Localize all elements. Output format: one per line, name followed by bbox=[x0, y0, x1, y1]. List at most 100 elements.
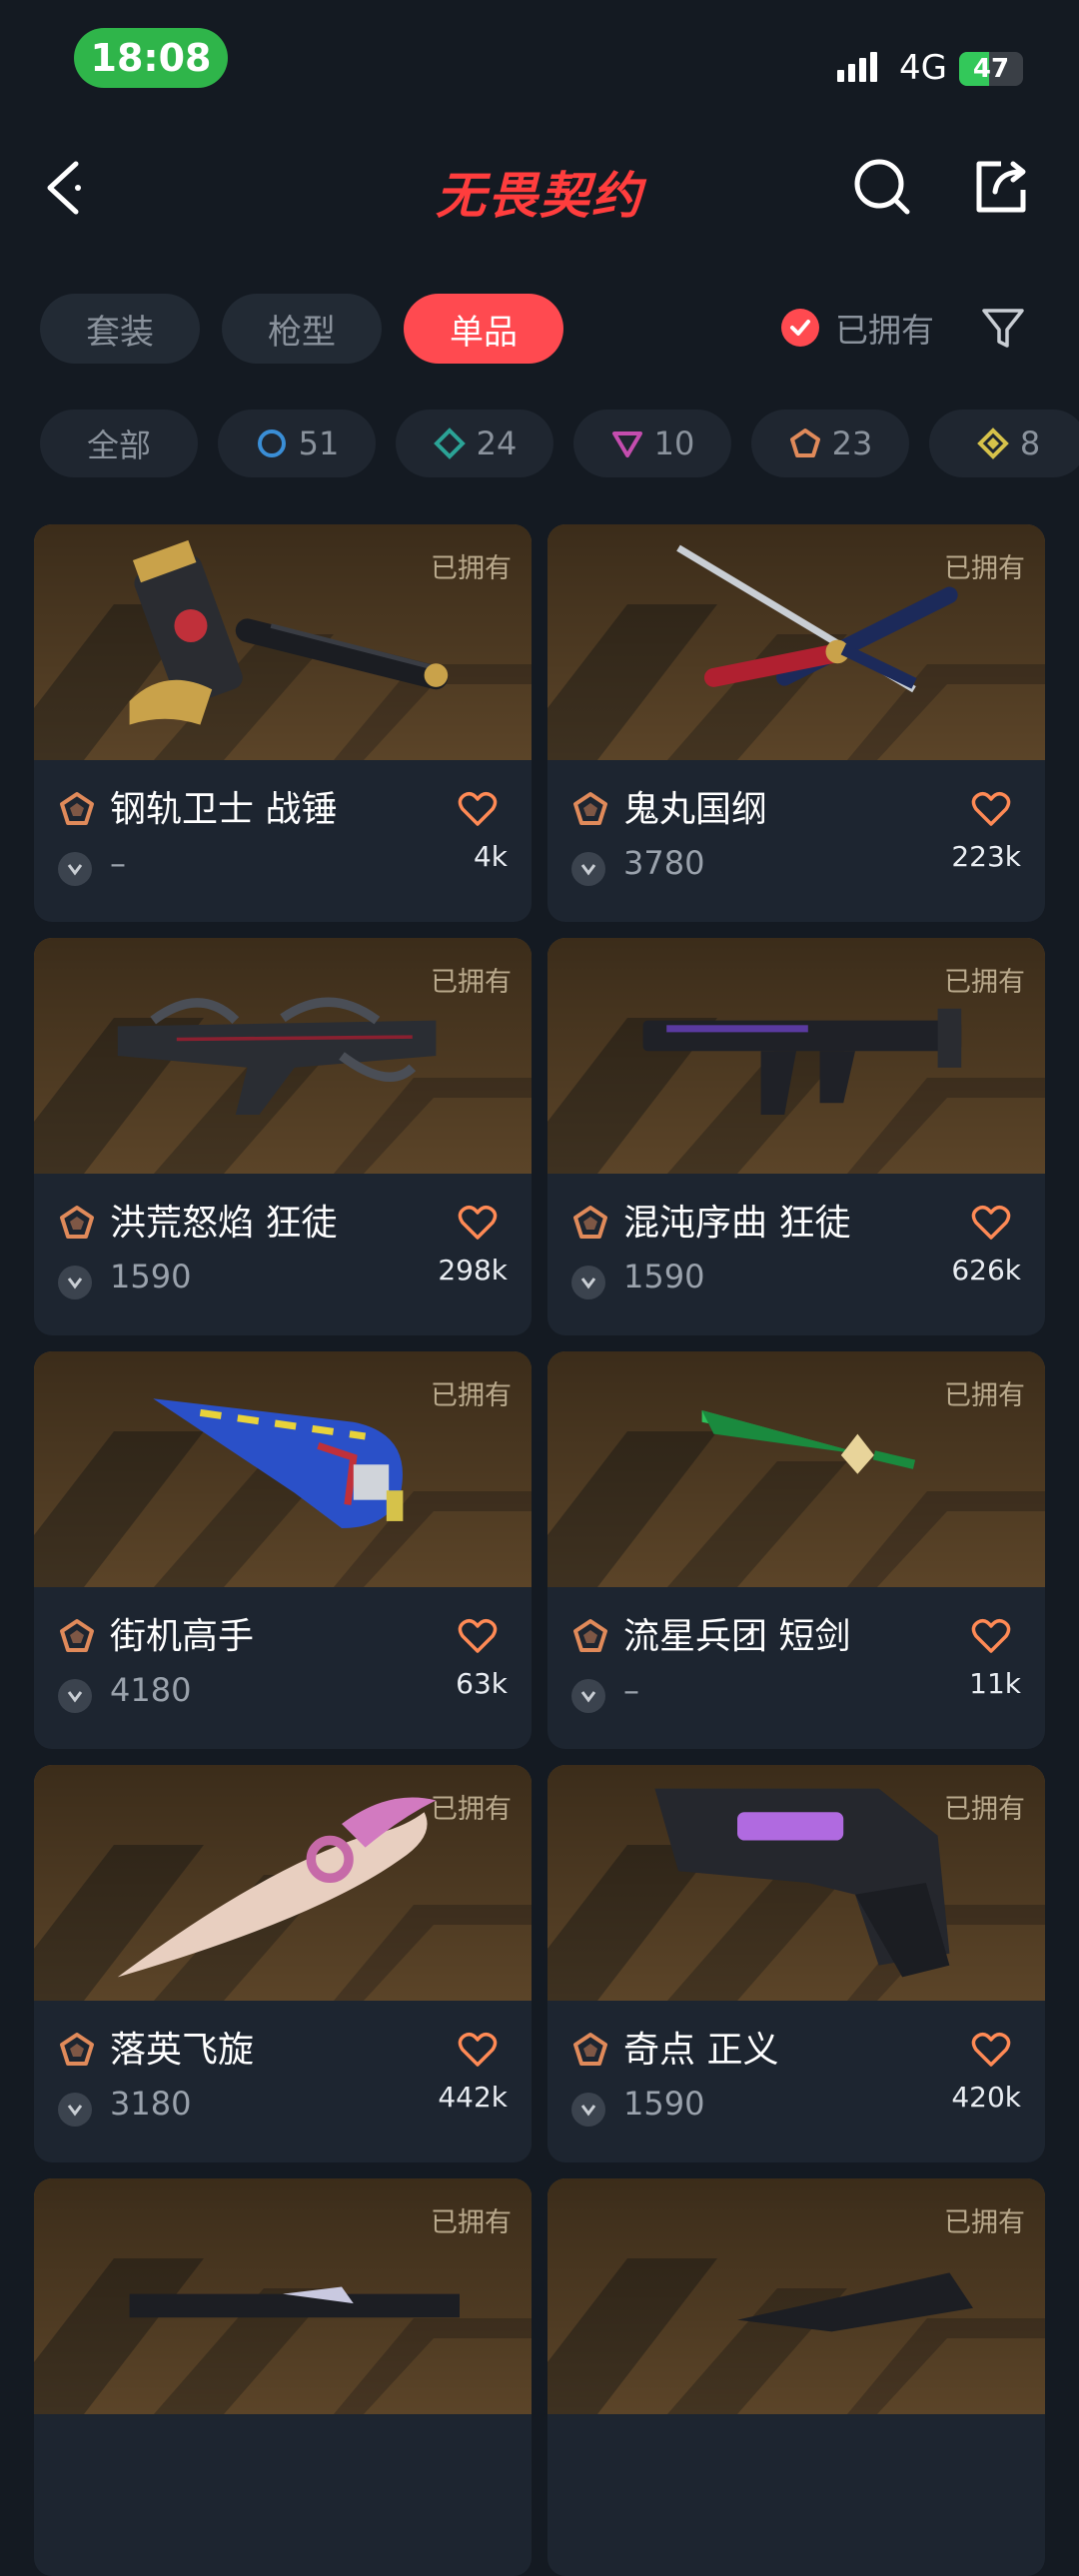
exclusive-tier-icon bbox=[60, 1206, 94, 1239]
valorant-points-icon bbox=[571, 852, 605, 886]
valorant-points-icon bbox=[571, 2093, 605, 2127]
item-price: 3180 bbox=[110, 2085, 192, 2123]
owned-tag: 已拥有 bbox=[944, 1794, 1025, 1825]
item-thumbnail: 已拥有 bbox=[34, 938, 532, 1174]
owned-tag: 已拥有 bbox=[944, 1380, 1025, 1411]
tier-filter-premium[interactable]: 10 bbox=[573, 410, 731, 477]
share-icon[interactable] bbox=[971, 156, 1033, 218]
item-price: 4180 bbox=[110, 1671, 192, 1709]
heart-icon[interactable] bbox=[971, 1617, 1011, 1655]
item-card[interactable]: 已拥有 钢轨卫士 战锤 – 4k bbox=[34, 524, 532, 922]
back-arrow-icon[interactable] bbox=[42, 158, 92, 218]
owned-tag: 已拥有 bbox=[431, 1794, 512, 1825]
item-info: 落英飞旋 3180 442k bbox=[34, 2001, 532, 2162]
item-card[interactable]: 已拥有 混沌序曲 狂徒 1590 626k bbox=[547, 938, 1045, 1335]
item-name: 洪荒怒焰 狂徒 bbox=[110, 1203, 338, 1244]
item-card[interactable]: 已拥有 奇点 正义 1590 420k bbox=[547, 1765, 1045, 2162]
brand-title: 无畏契约 bbox=[436, 167, 643, 225]
item-likes: 626k bbox=[951, 1254, 1021, 1287]
item-card[interactable]: 已拥有 bbox=[547, 2178, 1045, 2576]
item-likes: 63k bbox=[456, 1667, 508, 1700]
ultra-tier-icon bbox=[976, 428, 1009, 459]
exclusive-tier-icon bbox=[573, 1619, 607, 1652]
item-likes: 11k bbox=[969, 1667, 1021, 1700]
heart-icon[interactable] bbox=[458, 1617, 498, 1655]
item-name: 落英飞旋 bbox=[110, 2030, 255, 2071]
tier-filter-deluxe[interactable]: 24 bbox=[396, 410, 553, 477]
tier-filter-count: 51 bbox=[298, 425, 340, 462]
battery-icon: 47 bbox=[959, 52, 1023, 86]
heart-icon[interactable] bbox=[458, 2031, 498, 2069]
exclusive-tier-icon bbox=[60, 792, 94, 825]
tab-label: 套装 bbox=[86, 312, 154, 353]
search-icon[interactable] bbox=[851, 156, 913, 218]
item-likes: 4k bbox=[473, 840, 508, 873]
tab-label: 枪型 bbox=[268, 312, 336, 353]
item-name: 奇点 正义 bbox=[623, 2030, 779, 2071]
tier-filter-count: 24 bbox=[476, 425, 518, 462]
item-card[interactable]: 已拥有 鬼丸国纲 3780 223k bbox=[547, 524, 1045, 922]
valorant-points-icon bbox=[571, 1266, 605, 1299]
item-info: 混沌序曲 狂徒 1590 626k bbox=[547, 1174, 1045, 1335]
item-thumbnail: 已拥有 bbox=[547, 524, 1045, 760]
tier-filter-count: 10 bbox=[653, 425, 695, 462]
item-card[interactable]: 已拥有 洪荒怒焰 狂徒 1590 298k bbox=[34, 938, 532, 1335]
item-name: 混沌序曲 狂徒 bbox=[623, 1203, 851, 1244]
select-tier-icon bbox=[257, 429, 286, 457]
owned-tag: 已拥有 bbox=[431, 967, 512, 998]
item-card[interactable]: 已拥有 街机高手 4180 63k bbox=[34, 1351, 532, 1749]
heart-icon[interactable] bbox=[971, 1204, 1011, 1242]
heart-icon[interactable] bbox=[971, 790, 1011, 828]
item-card[interactable]: 已拥有 落英飞旋 3180 442k bbox=[34, 1765, 532, 2162]
item-grid: 已拥有 钢轨卫士 战锤 – 4k 已拥有 鬼丸国纲 3780 223k 已拥有 … bbox=[34, 524, 1045, 2576]
item-thumbnail: 已拥有 bbox=[34, 2178, 532, 2414]
heart-icon[interactable] bbox=[458, 1204, 498, 1242]
item-thumbnail: 已拥有 bbox=[34, 1351, 532, 1587]
item-info: 洪荒怒焰 狂徒 1590 298k bbox=[34, 1174, 532, 1335]
tier-filter-all[interactable]: 全部 bbox=[40, 410, 198, 477]
valorant-points-icon bbox=[58, 2093, 92, 2127]
tab-weapon-type[interactable]: 枪型 bbox=[222, 294, 382, 364]
owned-filter-toggle[interactable]: 已拥有 bbox=[781, 304, 934, 352]
item-card[interactable]: 已拥有 流星兵团 短剑 – 11k bbox=[547, 1351, 1045, 1749]
valorant-points-icon bbox=[58, 852, 92, 886]
item-name: 钢轨卫士 战锤 bbox=[110, 789, 338, 830]
tier-filter-ultra[interactable]: 8 bbox=[929, 410, 1079, 477]
exclusive-tier-icon bbox=[573, 1206, 607, 1239]
heart-icon[interactable] bbox=[458, 790, 498, 828]
valorant-points-icon bbox=[58, 1266, 92, 1299]
owned-tag: 已拥有 bbox=[431, 1380, 512, 1411]
tab-single-items[interactable]: 单品 bbox=[404, 294, 563, 364]
category-tabs: 套装 枪型 单品 bbox=[40, 294, 563, 364]
owned-tag: 已拥有 bbox=[944, 2207, 1025, 2238]
item-name: 鬼丸国纲 bbox=[623, 789, 768, 830]
item-info: 奇点 正义 1590 420k bbox=[547, 2001, 1045, 2162]
item-info: 鬼丸国纲 3780 223k bbox=[547, 760, 1045, 922]
item-info: 流星兵团 短剑 – 11k bbox=[547, 1587, 1045, 1749]
owned-tag: 已拥有 bbox=[944, 967, 1025, 998]
tier-filter-count: 23 bbox=[831, 425, 873, 462]
checkmark-icon bbox=[781, 309, 819, 347]
item-price: – bbox=[110, 844, 126, 882]
tier-filter-count: 8 bbox=[1019, 425, 1041, 462]
item-name: 流星兵团 短剑 bbox=[623, 1616, 851, 1657]
item-thumbnail: 已拥有 bbox=[547, 938, 1045, 1174]
exclusive-tier-icon bbox=[573, 2033, 607, 2066]
tier-filter-exclusive[interactable]: 23 bbox=[751, 410, 909, 477]
deluxe-tier-icon bbox=[433, 428, 466, 459]
item-price: 3780 bbox=[623, 844, 705, 882]
item-likes: 442k bbox=[438, 2081, 508, 2114]
item-card[interactable]: 已拥有 bbox=[34, 2178, 532, 2576]
battery-level: 47 bbox=[972, 54, 1010, 84]
item-price: 1590 bbox=[623, 1258, 705, 1295]
tier-filter-label: 全部 bbox=[86, 427, 151, 464]
heart-icon[interactable] bbox=[971, 2031, 1011, 2069]
item-info: 钢轨卫士 战锤 – 4k bbox=[34, 760, 532, 922]
item-name: 街机高手 bbox=[110, 1616, 255, 1657]
tab-bundles[interactable]: 套装 bbox=[40, 294, 200, 364]
premium-tier-icon bbox=[611, 431, 642, 457]
filter-funnel-icon[interactable] bbox=[979, 304, 1027, 352]
tier-filter-select[interactable]: 51 bbox=[218, 410, 376, 477]
network-type: 4G bbox=[899, 48, 947, 88]
exclusive-tier-icon bbox=[789, 429, 820, 457]
